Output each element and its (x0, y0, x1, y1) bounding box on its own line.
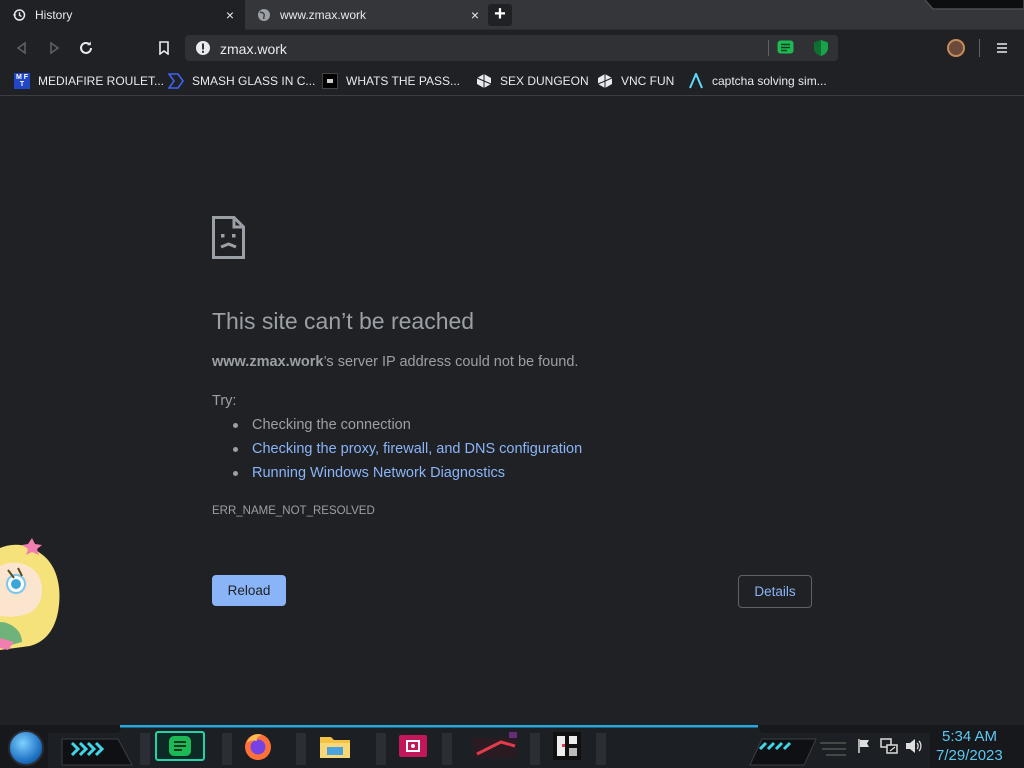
bookmark-label: SMASH GLASS IN C... (192, 74, 316, 88)
tab-label: History (35, 8, 73, 22)
bookmark-captcha[interactable]: captcha solving sim... (688, 71, 827, 91)
captcha-icon (688, 73, 704, 89)
taskbar-media-app[interactable] (397, 733, 429, 759)
bookmark-mediafire[interactable]: M FT MEDIAFIRE ROULET... (14, 71, 164, 91)
new-tab-button[interactable]: + (488, 4, 512, 26)
globe-icon (257, 8, 271, 22)
error-message: www.zmax.work’s server IP address could … (212, 354, 578, 370)
hud-frame-decoration (925, 0, 1024, 10)
profile-avatar[interactable] (947, 39, 965, 57)
bookmark-whats-the-pass[interactable]: WHATS THE PASS... (322, 71, 460, 91)
start-button[interactable] (8, 730, 44, 766)
bullet (233, 446, 238, 452)
refresh-icon (80, 41, 92, 54)
tab-history[interactable]: History × (0, 0, 245, 30)
error-message-rest: ’s server IP address could not be found. (323, 354, 579, 370)
tab-zmax[interactable]: www.zmax.work × (245, 0, 490, 30)
tab-label: www.zmax.work (280, 8, 367, 22)
bookmark-sex-dungeon[interactable]: SEX DUNGEON (476, 71, 589, 91)
taskbar-firefox[interactable] (242, 731, 274, 761)
reload-button[interactable]: Reload (212, 575, 286, 606)
close-tab-icon[interactable]: × (467, 7, 483, 23)
bullet (233, 422, 238, 428)
try-label: Try: (212, 393, 237, 409)
divider (768, 40, 769, 56)
error-host: www.zmax.work (212, 354, 324, 370)
volume-icon[interactable] (905, 738, 923, 754)
suggestion-text[interactable]: Running Windows Network Diagnostics (252, 465, 505, 481)
bookmark-dark-icon (322, 73, 338, 89)
back-icon (16, 41, 26, 55)
bookmark-star-button[interactable] (154, 38, 174, 58)
menu-icon[interactable] (995, 41, 1009, 55)
taskbar-file-explorer[interactable] (315, 731, 355, 761)
chat-extension-icon[interactable] (777, 40, 794, 56)
suggestion-diagnostics-link[interactable]: Running Windows Network Diagnostics (233, 465, 505, 481)
clock-time[interactable]: 5:34 AM (942, 728, 997, 745)
forward-button[interactable] (44, 38, 64, 58)
cartoon-character-sticker (0, 538, 60, 650)
dungeon-icon (476, 73, 492, 89)
chat-app-icon (169, 736, 191, 756)
suggestion-text[interactable]: Checking the proxy, firewall, and DNS co… (252, 441, 582, 457)
divider (979, 39, 980, 57)
bookmark-label: VNC FUN (621, 74, 675, 88)
bookmark-label: captcha solving sim... (712, 74, 827, 88)
taskbar-chat-app[interactable] (155, 731, 205, 761)
folder-icon (320, 737, 350, 758)
error-page (0, 97, 1024, 725)
bookmark-label: SEX DUNGEON (500, 74, 589, 88)
url-text: zmax.work (220, 41, 287, 57)
bookmark-smash-glass[interactable]: SMASH GLASS IN C... (168, 71, 315, 91)
media-app-icon (399, 735, 427, 757)
mediafire-icon: M FT (14, 73, 30, 89)
details-button[interactable]: Details (738, 575, 812, 608)
taskbar-pixel-app[interactable] (550, 731, 584, 761)
info-warning-icon (196, 41, 210, 55)
reload-toolbar-button[interactable] (76, 38, 96, 58)
game-app-icon (473, 732, 517, 758)
flag-icon[interactable] (856, 738, 872, 754)
tab-strip: History × www.zmax.work × + (0, 0, 1024, 30)
bookmark-icon (159, 41, 169, 55)
suggestion-text: Checking the connection (252, 417, 411, 433)
back-button[interactable] (12, 38, 32, 58)
shield-extension-icon[interactable] (813, 39, 829, 57)
history-icon (12, 8, 26, 22)
sad-page-icon (212, 216, 245, 259)
firefox-icon (245, 734, 271, 760)
vnc-icon (597, 73, 613, 89)
bullet (233, 470, 238, 476)
bookmark-vnc-fun[interactable]: VNC FUN (597, 71, 674, 91)
error-code: ERR_NAME_NOT_RESOLVED (212, 505, 375, 517)
forward-icon (50, 41, 60, 55)
close-tab-icon[interactable]: × (222, 7, 238, 23)
taskbar-game-app[interactable] (470, 729, 520, 761)
bookmarks-bar: M FT MEDIAFIRE ROULET... SMASH GLASS IN … (0, 66, 1024, 96)
pixel-app-icon (553, 732, 581, 760)
clock-date[interactable]: 7/29/2023 (936, 747, 1003, 764)
suggestion-connection: Checking the connection (233, 417, 411, 433)
error-title: This site can’t be reached (212, 308, 475, 334)
suggestion-proxy-link[interactable]: Checking the proxy, firewall, and DNS co… (233, 441, 582, 457)
network-icon[interactable] (880, 738, 898, 754)
bookmark-label: WHATS THE PASS... (346, 74, 461, 88)
smash-glass-icon (168, 73, 184, 89)
bookmark-label: MEDIAFIRE ROULET... (38, 74, 165, 88)
